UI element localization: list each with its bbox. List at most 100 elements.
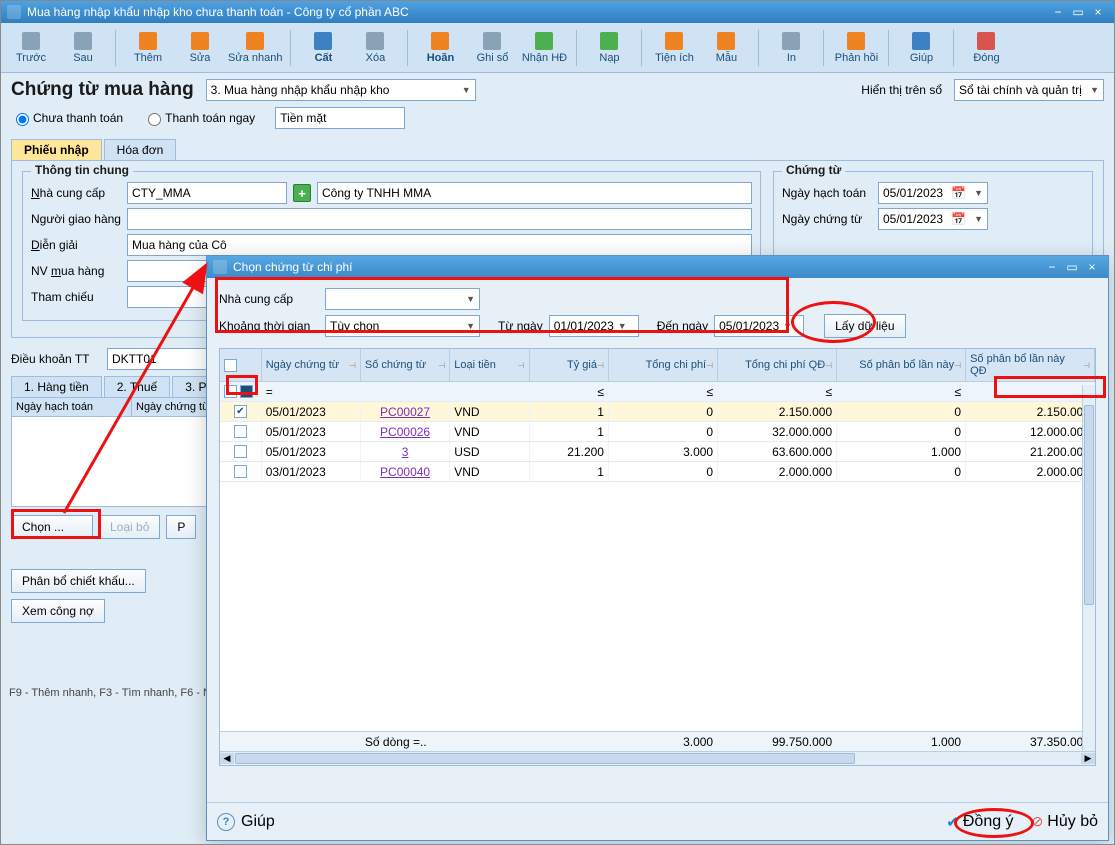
- supplier-name-input[interactable]: [317, 182, 752, 204]
- grid-filter-0[interactable]: [220, 382, 262, 401]
- toolbar-ghi-sổ[interactable]: Ghi sổ: [468, 26, 516, 70]
- grid-filter-5[interactable]: ≤: [609, 382, 718, 401]
- grid-col-3[interactable]: Loại tiền⊣: [450, 349, 529, 382]
- grid-vscroll[interactable]: [1082, 385, 1095, 751]
- supplier-code-input[interactable]: [127, 182, 287, 204]
- p-button[interactable]: P: [166, 515, 196, 539]
- deliverer-input[interactable]: [127, 208, 752, 230]
- grid-row[interactable]: 05/01/20233USD21.2003.00063.600.0001.000…: [220, 442, 1095, 462]
- grid-filter-6[interactable]: ≤: [718, 382, 837, 401]
- grid-col-1[interactable]: Ngày chứng từ⊣: [262, 349, 361, 382]
- grid-row[interactable]: 03/01/2023PC00040VND102.000.00002.000.00…: [220, 462, 1095, 482]
- modal-to-date[interactable]: 05/01/2023▼: [714, 315, 804, 337]
- grid-filter-8[interactable]: ≤: [966, 382, 1095, 401]
- grid-filter-1[interactable]: =: [262, 382, 361, 401]
- hscroll-right-icon[interactable]: ▶: [1081, 753, 1095, 764]
- toolbar-phản-hồi[interactable]: Phản hồi: [832, 26, 880, 70]
- grid-col-4[interactable]: Tỷ giá⊣: [530, 349, 609, 382]
- description-input[interactable]: [127, 234, 752, 256]
- voucher-link[interactable]: PC00040: [380, 465, 430, 479]
- discount-allocation-button[interactable]: Phân bổ chiết khấu...: [11, 569, 146, 593]
- voucher-link[interactable]: PC00027: [380, 405, 430, 419]
- fetch-data-button[interactable]: Lấy dữ liệu: [824, 314, 905, 338]
- grid-filter-3[interactable]: [450, 382, 529, 401]
- modal-minimize[interactable]: −: [1042, 260, 1062, 274]
- col-post-date[interactable]: Ngày hạch toán: [12, 398, 132, 416]
- grid-filter-7[interactable]: ≤: [837, 382, 966, 401]
- choose-button[interactable]: Chọn ...: [11, 515, 93, 539]
- grid-col-7[interactable]: Số phân bổ lần này⊣: [837, 349, 966, 382]
- modal-maximize[interactable]: ▭: [1062, 260, 1082, 274]
- window-title: Mua hàng nhập khẩu nhập kho chưa thanh t…: [27, 5, 409, 19]
- toolbar-tiện-ích[interactable]: Tiện ích: [650, 26, 698, 70]
- add-supplier-icon[interactable]: +: [293, 184, 311, 202]
- grid-col-0[interactable]: [220, 349, 262, 382]
- grid-total-0: [220, 732, 262, 751]
- remove-button[interactable]: Loại bỏ: [99, 515, 160, 539]
- toolbar-sau[interactable]: Sau: [59, 26, 107, 70]
- display-on-label: Hiển thị trên sổ: [861, 83, 942, 97]
- modal-period-dropdown[interactable]: Tùy chọn▼: [325, 315, 480, 337]
- toolbar-trước[interactable]: Trước: [7, 26, 55, 70]
- view-debt-button[interactable]: Xem công nợ: [11, 599, 105, 623]
- minimize-button[interactable]: −: [1048, 5, 1068, 19]
- grid-row[interactable]: 05/01/2023PC00026VND1032.000.000012.000.…: [220, 422, 1095, 442]
- toolbar-icon: [139, 32, 157, 50]
- modal-from-date[interactable]: 01/01/2023▼: [549, 315, 639, 337]
- display-on-dropdown[interactable]: Sổ tài chính và quản trị▼: [954, 79, 1104, 101]
- grid-col-6[interactable]: Tổng chi phí QĐ⊣: [718, 349, 837, 382]
- unpaid-radio[interactable]: Chưa thanh toán: [11, 110, 123, 126]
- toolbar-nạp[interactable]: Nạp: [585, 26, 633, 70]
- modal-close[interactable]: ×: [1082, 260, 1102, 274]
- grid-total-3: [450, 732, 529, 751]
- description-label: Diễn giải: [31, 238, 121, 252]
- toolbar-đóng[interactable]: Đóng: [962, 26, 1010, 70]
- toolbar-in[interactable]: In: [767, 26, 815, 70]
- row-checkbox[interactable]: [234, 425, 247, 438]
- toolbar-giúp[interactable]: Giúp: [897, 26, 945, 70]
- row-checkbox[interactable]: [234, 445, 247, 458]
- toolbar-icon: [782, 32, 800, 50]
- maximize-button[interactable]: ▭: [1068, 5, 1088, 19]
- grid-filter-2[interactable]: [361, 382, 450, 401]
- close-button[interactable]: ×: [1088, 5, 1108, 19]
- purchase-type-dropdown[interactable]: 3. Mua hàng nhập khẩu nhập kho▼: [206, 79, 476, 101]
- grid-total-2: Số dòng =..: [361, 732, 450, 751]
- paid-now-radio[interactable]: Thanh toán ngay: [143, 110, 255, 126]
- toolbar-mẫu[interactable]: Mẫu: [702, 26, 750, 70]
- grid-filter-4[interactable]: ≤: [530, 382, 609, 401]
- grid-col-8[interactable]: Số phân bổ lần này QĐ⊣: [966, 349, 1095, 382]
- grid-hscroll[interactable]: ◀ ▶: [220, 751, 1095, 765]
- tab-invoice[interactable]: Hóa đơn: [104, 139, 177, 160]
- hscroll-left-icon[interactable]: ◀: [220, 753, 234, 764]
- grid-col-2[interactable]: Số chứng từ⊣: [361, 349, 450, 382]
- row-checkbox[interactable]: [234, 405, 247, 418]
- row-checkbox[interactable]: [234, 465, 247, 478]
- ok-button[interactable]: Đồng ý: [963, 813, 1014, 831]
- voucher-link[interactable]: 3: [402, 445, 409, 459]
- toolbar-nhận-hđ[interactable]: Nhận HĐ: [520, 26, 568, 70]
- cancel-button[interactable]: Hủy bỏ: [1047, 813, 1098, 831]
- modal-supplier-dropdown[interactable]: ▼: [325, 288, 480, 310]
- toolbar-hoãn[interactable]: Hoãn: [416, 26, 464, 70]
- voucher-date-input[interactable]: 05/01/2023📅▼: [878, 208, 988, 230]
- toolbar-sửa-nhanh[interactable]: Sửa nhanh: [228, 26, 282, 70]
- toolbar-thêm[interactable]: Thêm: [124, 26, 172, 70]
- toolbar-cất[interactable]: Cất: [299, 26, 347, 70]
- main-titlebar: Mua hàng nhập khẩu nhập kho chưa thanh t…: [1, 1, 1114, 23]
- grid-row[interactable]: 05/01/2023PC00027VND102.150.00002.150.00…: [220, 402, 1095, 422]
- grid-col-5[interactable]: Tổng chi phí⊣: [609, 349, 718, 382]
- help-icon[interactable]: ?: [217, 813, 235, 831]
- toolbar-xóa[interactable]: Xóa: [351, 26, 399, 70]
- toolbar-icon: [74, 32, 92, 50]
- tab-entry-slip[interactable]: Phiếu nhập: [11, 139, 102, 160]
- select-all-checkbox[interactable]: [224, 359, 237, 372]
- subtab-goods-money[interactable]: 1. Hàng tiền: [11, 376, 102, 397]
- subtab-tax[interactable]: 2. Thuế: [104, 376, 170, 397]
- help-button[interactable]: Giúp: [241, 813, 275, 831]
- post-date-input[interactable]: 05/01/2023📅▼: [878, 182, 988, 204]
- cost-voucher-modal: Chọn chứng từ chi phí − ▭ × Nhà cung cấp…: [206, 255, 1109, 841]
- toolbar-sửa[interactable]: Sửa: [176, 26, 224, 70]
- cash-type-input[interactable]: [275, 107, 405, 129]
- voucher-link[interactable]: PC00026: [380, 425, 430, 439]
